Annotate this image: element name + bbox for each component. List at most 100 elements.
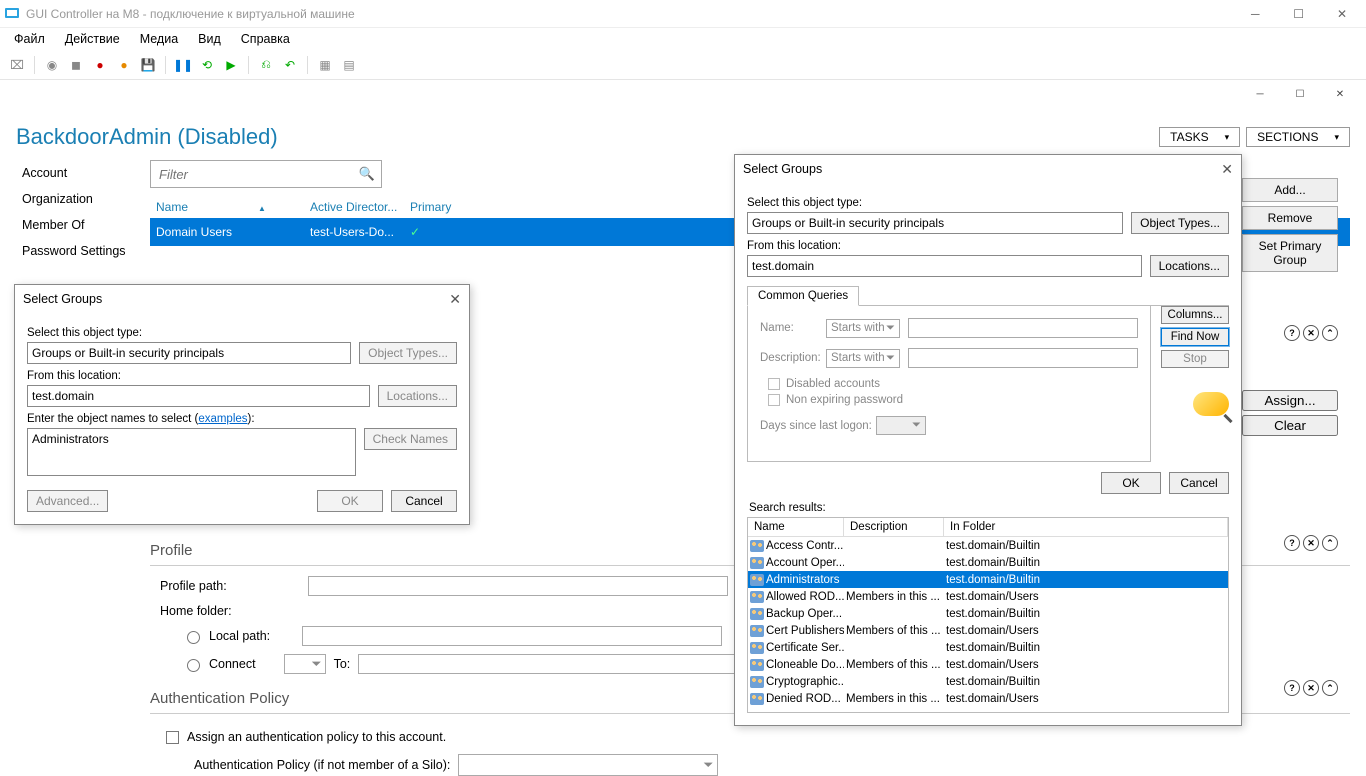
close-section-icon[interactable]: ✕ xyxy=(1303,535,1319,551)
inner-maximize[interactable]: ☐ xyxy=(1280,82,1320,106)
result-row[interactable]: Account Oper...test.domain/Builtin xyxy=(748,554,1228,571)
col-name[interactable]: Name xyxy=(748,518,844,536)
locations-button[interactable]: Locations... xyxy=(1150,255,1229,277)
desc-match-select[interactable]: Starts with⏷ xyxy=(826,349,900,368)
location-input[interactable]: test.domain xyxy=(27,385,370,407)
ok-button[interactable]: OK xyxy=(317,490,383,512)
check-names-button[interactable]: Check Names xyxy=(364,428,457,450)
sections-dropdown[interactable]: SECTIONS xyxy=(1246,127,1350,147)
auth-policy-select[interactable]: ⏷ xyxy=(458,754,718,776)
connect-radio[interactable] xyxy=(187,659,200,672)
record-icon[interactable]: ◉ xyxy=(43,56,61,74)
profile-path-input[interactable] xyxy=(308,576,728,596)
find-now-button[interactable]: Find Now xyxy=(1161,328,1229,346)
sidebar-item-account[interactable]: Account xyxy=(16,160,146,186)
result-row[interactable]: Cert PublishersMembers of this ...test.d… xyxy=(748,622,1228,639)
save-icon[interactable]: 💾 xyxy=(139,56,157,74)
connect-path-input[interactable] xyxy=(358,654,778,674)
sidebar-item-organization[interactable]: Organization xyxy=(16,186,146,212)
name-query-input[interactable] xyxy=(908,318,1138,338)
help-icon[interactable]: ? xyxy=(1284,535,1300,551)
result-row[interactable]: Cloneable Do...Members of this ...test.d… xyxy=(748,656,1228,673)
help-icon[interactable]: ? xyxy=(1284,680,1300,696)
help-icon[interactable]: ? xyxy=(1284,325,1300,341)
reset-icon[interactable]: ⟲ xyxy=(198,56,216,74)
col-description[interactable]: Description xyxy=(844,518,944,536)
drive-letter-select[interactable]: ⏷ xyxy=(284,654,326,674)
vm-close[interactable]: ✕ xyxy=(1322,7,1362,21)
stop-button[interactable]: Stop xyxy=(1161,350,1229,368)
add-button[interactable]: Add... xyxy=(1242,178,1338,202)
stop-icon[interactable]: ◼ xyxy=(67,56,85,74)
result-row[interactable]: Allowed ROD...Members in this ...test.do… xyxy=(748,588,1228,605)
share-icon[interactable]: ▤ xyxy=(340,56,358,74)
clear-button[interactable]: Clear xyxy=(1242,415,1338,436)
search-icon[interactable]: 🔍 xyxy=(359,166,375,182)
ok-button[interactable]: OK xyxy=(1101,472,1161,494)
object-names-textarea[interactable]: Administrators xyxy=(27,428,356,476)
tab-common-queries[interactable]: Common Queries xyxy=(747,286,859,306)
filter-input[interactable] xyxy=(157,166,359,183)
menu-help[interactable]: Справка xyxy=(241,32,290,46)
location-input[interactable]: test.domain xyxy=(747,255,1142,277)
tasks-dropdown[interactable]: TASKS xyxy=(1159,127,1240,147)
close-icon[interactable]: ✕ xyxy=(1221,161,1233,178)
vm-minimize[interactable]: ─ xyxy=(1235,7,1275,21)
col-folder[interactable]: In Folder xyxy=(944,518,1228,536)
inner-close[interactable]: ✕ xyxy=(1320,82,1360,106)
collapse-icon[interactable]: ⌃ xyxy=(1322,535,1338,551)
col-primary[interactable]: Primary xyxy=(410,200,490,214)
close-icon[interactable]: ✕ xyxy=(449,291,461,308)
vm-maximize[interactable]: ☐ xyxy=(1279,7,1319,21)
object-type-input[interactable]: Groups or Built-in security principals xyxy=(747,212,1123,234)
filter-box[interactable]: 🔍 xyxy=(150,160,382,188)
result-row[interactable]: Certificate Ser...test.domain/Builtin xyxy=(748,639,1228,656)
enhanced-session-icon[interactable]: ▦ xyxy=(316,56,334,74)
shutdown-icon[interactable]: ● xyxy=(115,56,133,74)
collapse-icon[interactable]: ⌃ xyxy=(1322,680,1338,696)
assign-policy-checkbox[interactable] xyxy=(166,731,179,744)
col-name[interactable]: Name xyxy=(156,200,188,214)
cancel-button[interactable]: Cancel xyxy=(1169,472,1229,494)
object-types-button[interactable]: Object Types... xyxy=(1131,212,1229,234)
pause-icon[interactable]: ❚❚ xyxy=(174,56,192,74)
days-select[interactable]: ⏷ xyxy=(876,416,926,435)
assign-button[interactable]: Assign... xyxy=(1242,390,1338,411)
power-off-icon[interactable]: ● xyxy=(91,56,109,74)
result-row[interactable]: Denied ROD...Members in this ...test.dom… xyxy=(748,690,1228,707)
local-path-radio[interactable] xyxy=(187,631,200,644)
name-match-select[interactable]: Starts with⏷ xyxy=(826,319,900,338)
checkpoint-icon[interactable]: ⎌ xyxy=(257,56,275,74)
disabled-accounts-checkbox[interactable] xyxy=(768,378,780,390)
remove-button[interactable]: Remove xyxy=(1242,206,1338,230)
desc-query-input[interactable] xyxy=(908,348,1138,368)
examples-link[interactable]: examples xyxy=(198,413,247,425)
set-primary-button[interactable]: Set Primary Group xyxy=(1242,234,1338,272)
object-type-input[interactable]: Groups or Built-in security principals xyxy=(27,342,351,364)
menu-media[interactable]: Медиа xyxy=(140,32,178,46)
sidebar-item-password-settings[interactable]: Password Settings xyxy=(16,238,146,264)
ctrl-alt-del-icon[interactable]: ⌧ xyxy=(8,56,26,74)
result-row[interactable]: Access Contr...test.domain/Builtin xyxy=(748,537,1228,554)
local-path-input[interactable] xyxy=(302,626,722,646)
columns-button[interactable]: Columns... xyxy=(1161,306,1229,324)
non-expiring-checkbox[interactable] xyxy=(768,394,780,406)
cancel-button[interactable]: Cancel xyxy=(391,490,457,512)
advanced-button[interactable]: Advanced... xyxy=(27,490,108,512)
menu-file[interactable]: Файл xyxy=(14,32,45,46)
result-row[interactable]: Backup Oper...test.domain/Builtin xyxy=(748,605,1228,622)
close-section-icon[interactable]: ✕ xyxy=(1303,325,1319,341)
result-row[interactable]: Administratorstest.domain/Builtin xyxy=(748,571,1228,588)
sidebar-item-member-of[interactable]: Member Of xyxy=(16,212,146,238)
inner-minimize[interactable]: ─ xyxy=(1240,82,1280,106)
menu-action[interactable]: Действие xyxy=(65,32,120,46)
result-row[interactable]: Cryptographic...test.domain/Builtin xyxy=(748,673,1228,690)
start-icon[interactable]: ▶ xyxy=(222,56,240,74)
col-ad[interactable]: Active Director... xyxy=(310,200,410,214)
menu-view[interactable]: Вид xyxy=(198,32,221,46)
revert-icon[interactable]: ↶ xyxy=(281,56,299,74)
close-section-icon[interactable]: ✕ xyxy=(1303,680,1319,696)
collapse-icon[interactable]: ⌃ xyxy=(1322,325,1338,341)
object-types-button[interactable]: Object Types... xyxy=(359,342,457,364)
locations-button[interactable]: Locations... xyxy=(378,385,457,407)
